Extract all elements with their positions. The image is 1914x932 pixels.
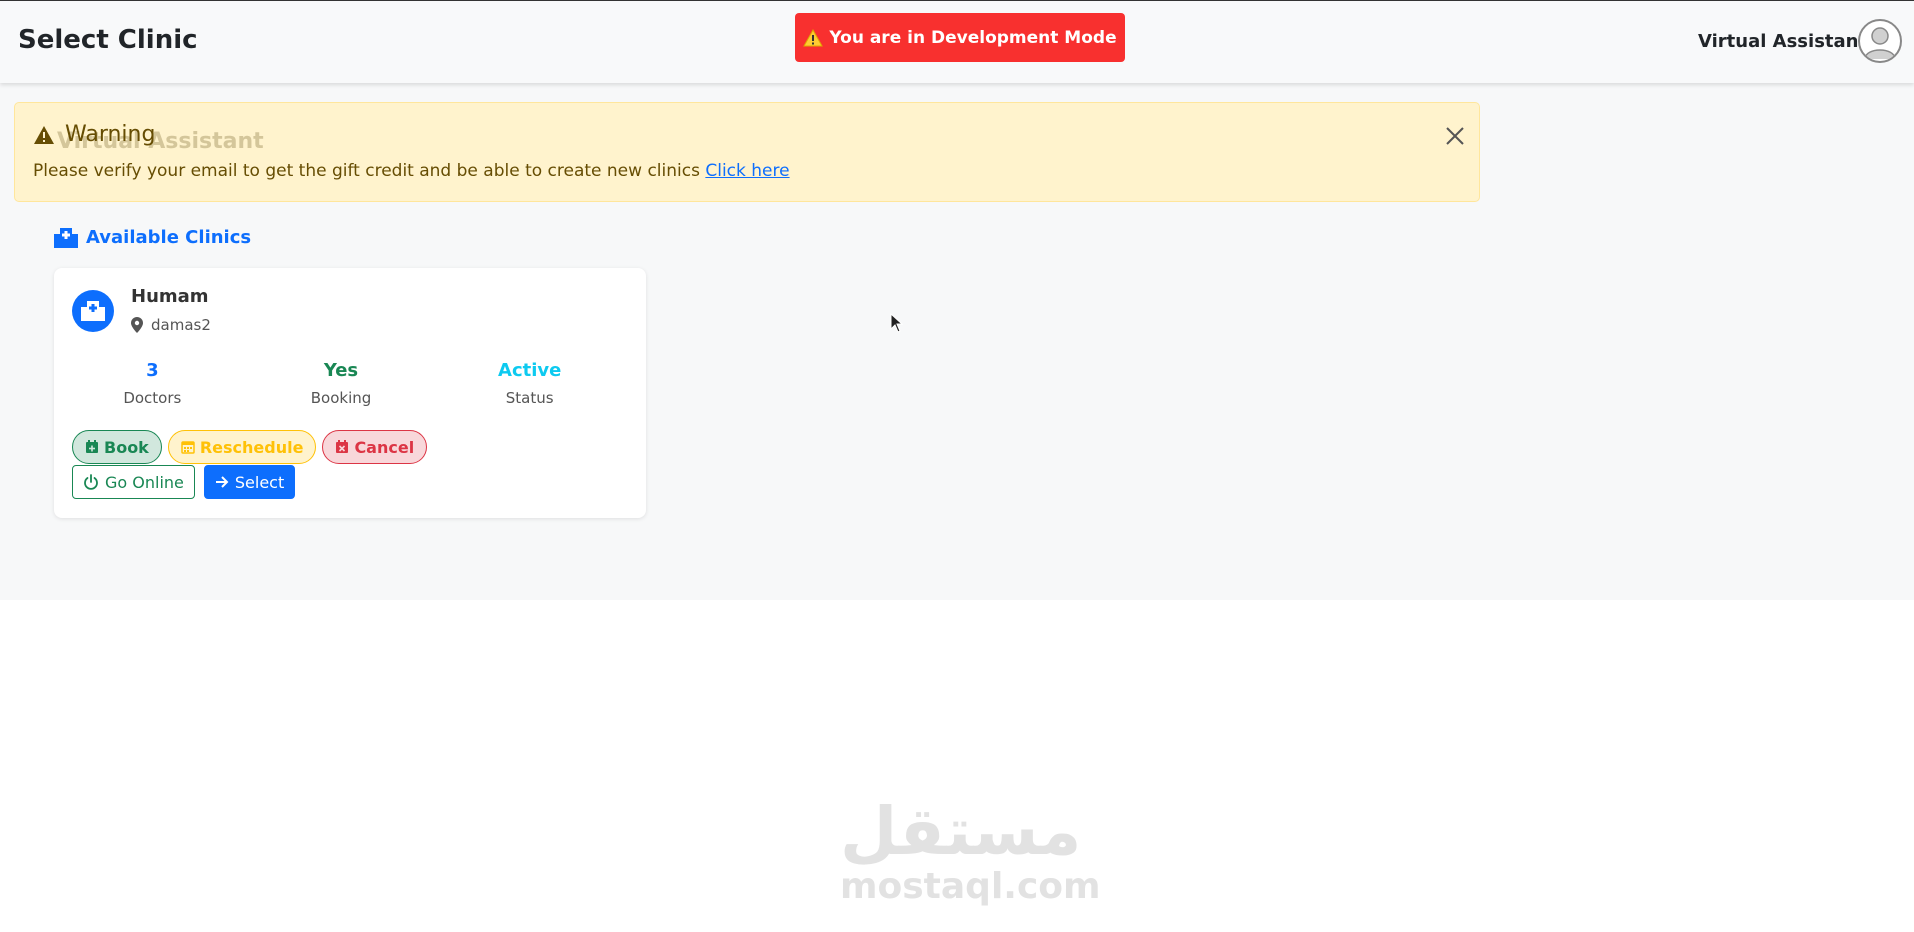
clinic-card: Humam damas2 3 Doctors Yes Booking Activ… [54, 268, 646, 518]
available-clinics-title: Available Clinics [86, 227, 252, 248]
cancel-button[interactable]: Cancel [322, 430, 428, 464]
alert-heading: Warning [33, 122, 155, 147]
book-button[interactable]: Book [72, 430, 162, 464]
cancel-label: Cancel [354, 437, 415, 457]
watermark-arabic: مستقل [840, 793, 1082, 870]
go-online-button[interactable]: Go Online [72, 465, 195, 499]
user-avatar[interactable] [1858, 19, 1902, 63]
clinic-actions: Go Online Select [72, 465, 296, 499]
calendar-x-icon [336, 440, 349, 453]
warning-icon [803, 28, 824, 47]
power-icon [84, 474, 98, 490]
top-header: Select Clinic You are in Development Mod… [0, 0, 1914, 83]
go-online-label: Go Online [105, 472, 184, 492]
stat-booking: Yes Booking [251, 360, 432, 407]
page-title: Select Clinic [18, 25, 198, 55]
watermark-latin: mostaql.com [840, 866, 1101, 907]
hospital-icon [54, 227, 78, 248]
stat-value: Yes [323, 360, 359, 381]
stat-value: 3 [146, 360, 159, 381]
close-alert-button[interactable] [1440, 121, 1470, 151]
dev-mode-text: You are in Development Mode [829, 27, 1117, 48]
stat-value: Active [498, 360, 562, 381]
select-label: Select [234, 472, 285, 492]
alert-message: Please verify your email to get the gift… [33, 161, 790, 181]
reschedule-label: Reschedule [199, 437, 304, 457]
alert-message-text: Please verify your email to get the gift… [33, 161, 700, 181]
mouse-cursor-icon [890, 312, 904, 337]
book-label: Book [104, 437, 149, 457]
hospital-icon [81, 301, 105, 321]
user-icon [1864, 27, 1896, 60]
alert-heading-text: Warning [65, 122, 156, 147]
available-clinics-heading: Available Clinics [54, 227, 251, 248]
clinic-location-text: damas2 [151, 316, 211, 334]
reschedule-button[interactable]: Reschedule [167, 430, 317, 464]
verify-email-link[interactable]: Click here [705, 161, 789, 181]
calendar-icon [181, 441, 195, 454]
clinic-name: Humam [131, 286, 209, 307]
warning-triangle-icon [34, 125, 54, 144]
clinic-avatar [72, 290, 114, 332]
watermark: مستقل mostaql.com [840, 793, 1101, 907]
select-button[interactable]: Select [203, 465, 296, 499]
user-name[interactable]: Virtual Assistant [1698, 31, 1867, 52]
stat-label: Doctors [123, 389, 182, 407]
arrow-right-icon [215, 476, 229, 488]
map-pin-icon [131, 317, 143, 333]
close-icon [1446, 127, 1464, 145]
stat-label: Status [505, 389, 554, 407]
calendar-plus-icon [86, 440, 98, 453]
dev-mode-banner: You are in Development Mode [795, 13, 1125, 62]
stat-status: Active Status [439, 360, 620, 407]
appointment-actions: Book Reschedule Cancel [72, 430, 428, 464]
stat-label: Booking [310, 389, 372, 407]
warning-alert: Virtual Assistant Warning Please verify … [14, 102, 1480, 202]
clinic-stats: 3 Doctors Yes Booking Active Status [54, 360, 620, 407]
stat-doctors: 3 Doctors [62, 360, 243, 407]
clinic-location: damas2 [131, 316, 211, 334]
